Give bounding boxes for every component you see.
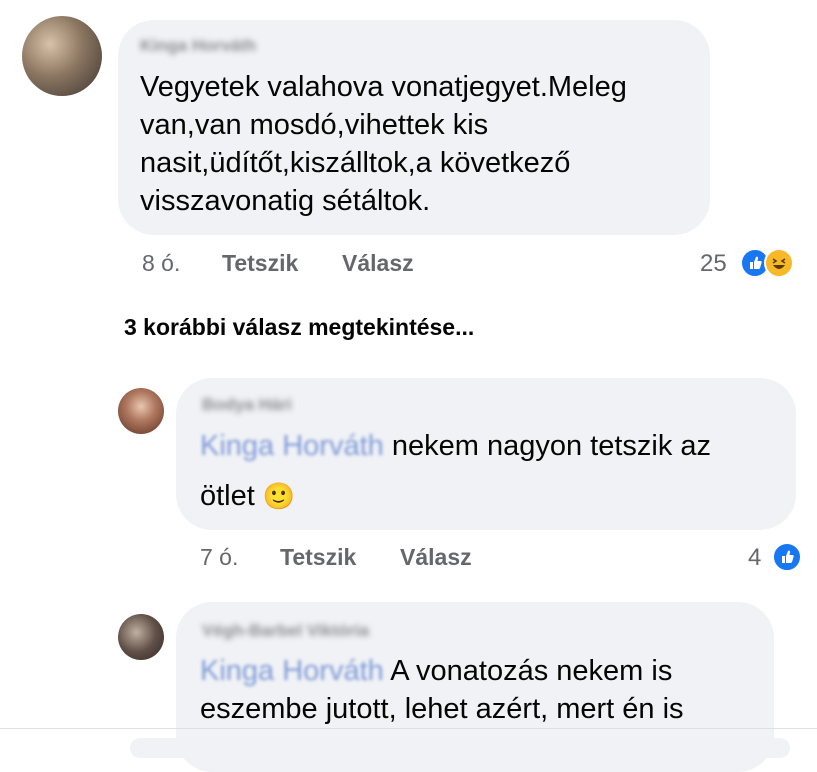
reply-link[interactable]: Válasz bbox=[400, 544, 472, 570]
reaction-count[interactable]: 25 bbox=[700, 250, 727, 278]
avatar[interactable] bbox=[118, 614, 164, 660]
comment-line: van,van mosdó,vihettek kis bbox=[140, 109, 489, 141]
comment-author[interactable]: Kinga Horváth bbox=[140, 36, 256, 56]
comment-text-part: nekem nagyon tetszik az bbox=[383, 430, 712, 462]
comment-time[interactable]: 7 ó. bbox=[200, 544, 238, 571]
comment-text: Kinga Horváth A vonatozás nekem is eszem… bbox=[200, 652, 684, 728]
avatar[interactable] bbox=[22, 16, 102, 96]
comment-text-part: ötlet bbox=[200, 480, 255, 512]
avatar[interactable] bbox=[118, 388, 164, 434]
comment-text-part: eszembe jutott, lehet azért, mert én is bbox=[200, 693, 684, 725]
comment-line: visszavonatig sétáltok. bbox=[140, 185, 431, 217]
like-link[interactable]: Tetszik bbox=[280, 544, 356, 570]
comment-author[interactable]: Bodya Hári bbox=[202, 395, 292, 415]
smile-emoji-icon: 🙂 bbox=[262, 481, 296, 511]
next-comment-box bbox=[130, 738, 790, 758]
comment-author[interactable]: Végh-Barbel Viktória bbox=[202, 621, 369, 641]
comment-line: Vegyetek valahova vonatjegyet.Meleg bbox=[140, 71, 627, 103]
like-link[interactable]: Tetszik bbox=[222, 250, 298, 276]
reaction-count[interactable]: 4 bbox=[748, 544, 761, 572]
mention-link[interactable]: Kinga Horváth bbox=[200, 655, 384, 687]
reply-link[interactable]: Válasz bbox=[342, 250, 414, 276]
like-icon[interactable] bbox=[772, 542, 802, 572]
comment-text: Kinga Horváth nekem nagyon tetszik az öt… bbox=[200, 427, 711, 515]
comment-text: Vegyetek valahova vonatjegyet.Meleg van,… bbox=[140, 68, 627, 220]
comment-time[interactable]: 8 ó. bbox=[142, 250, 180, 277]
comment-line: nasit,üdítőt,kiszálltok,a következő bbox=[140, 147, 571, 179]
haha-icon[interactable] bbox=[764, 248, 794, 278]
view-previous-replies[interactable]: 3 korábbi válasz megtekintése... bbox=[124, 314, 474, 341]
divider bbox=[0, 728, 817, 729]
mention-link[interactable]: Kinga Horváth bbox=[200, 430, 384, 462]
comment-text-part: A vonatozás nekem is bbox=[383, 655, 673, 687]
